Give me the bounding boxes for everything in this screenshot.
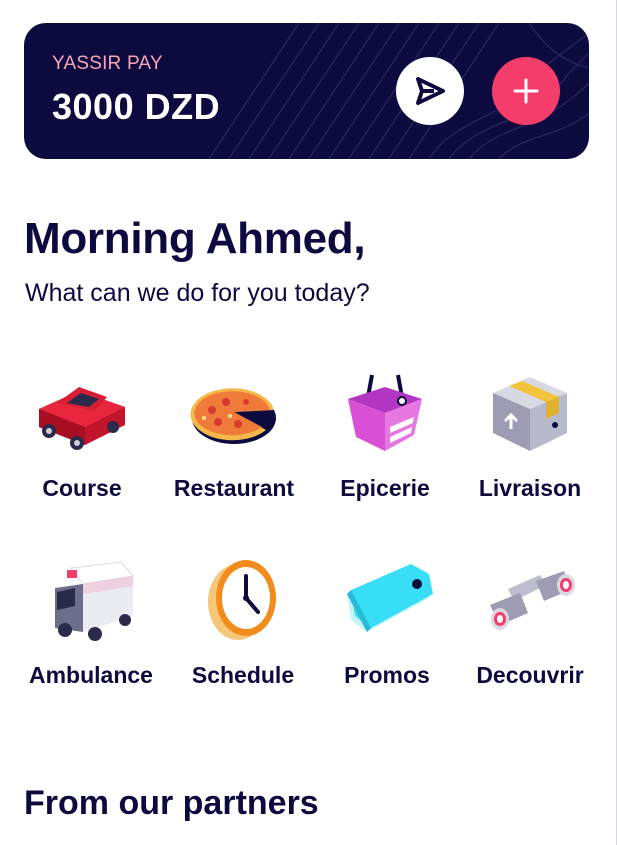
car-icon [39,387,125,450]
service-label: Decouvrir [476,662,584,688]
service-promos[interactable]: Promos [312,549,462,709]
wallet-balance: 3000 DZD [52,86,221,127]
clock-icon [208,560,276,640]
service-label: Course [42,475,122,501]
top-up-button[interactable] [492,57,560,125]
binoculars-icon [490,571,575,630]
service-epicerie[interactable]: Epicerie [310,362,460,522]
greeting-title: Morning Ahmed, [24,214,366,263]
service-label: Livraison [478,475,582,501]
home-screen: YASSIR PAY 3000 DZD Morning Ahmed, What … [0,0,617,845]
service-decouvrir[interactable]: Decouvrir [455,549,605,709]
tag-icon [347,564,433,632]
partners-section-title: From our partners [24,784,319,822]
greeting-subtitle: What can we do for you today? [25,279,370,307]
basket-icon [348,374,422,451]
service-restaurant[interactable]: Restaurant [159,362,309,522]
service-label: Ambulance [29,662,153,688]
service-course[interactable]: Course [7,362,157,522]
package-icon [493,377,567,451]
service-livraison[interactable]: Livraison [455,362,605,522]
service-ambulance[interactable]: Ambulance [16,549,166,709]
plus-icon [513,78,539,104]
service-schedule[interactable]: Schedule [168,549,318,709]
send-money-button[interactable] [396,57,464,125]
wallet-card[interactable]: YASSIR PAY 3000 DZD [24,23,589,159]
service-label: Restaurant [173,475,295,501]
pizza-icon [190,388,276,444]
wallet-label: YASSIR PAY [52,53,163,74]
ambulance-icon [55,561,134,641]
send-icon [416,77,445,105]
